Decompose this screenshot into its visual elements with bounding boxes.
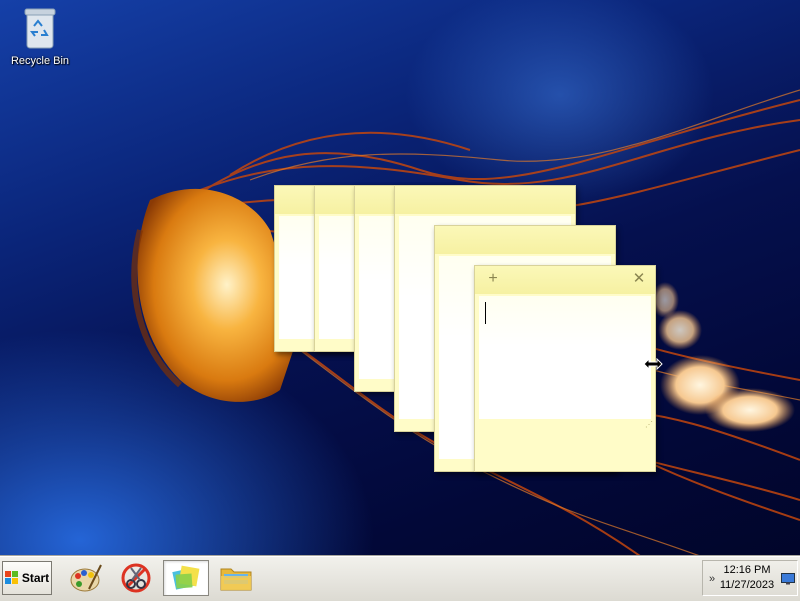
recycle-bin[interactable]: Recycle Bin [8, 6, 72, 67]
sticky-note-active[interactable]: + ✕ ⋰ [474, 265, 656, 472]
resize-grip-icon[interactable]: ⋰ [645, 421, 653, 429]
note-header[interactable]: + ✕ [475, 266, 655, 294]
clock-time: 12:16 PM [723, 564, 771, 576]
note-text-area[interactable] [479, 296, 651, 419]
clock-date: 11/27/2023 [719, 579, 775, 591]
horizontal-resize-cursor-icon [643, 358, 663, 370]
taskbar-file-explorer[interactable] [213, 560, 259, 596]
clock[interactable]: 12:16 PM 11/27/2023 [717, 563, 777, 593]
start-button[interactable]: Start [2, 561, 52, 595]
taskbar: Start » 12:16 PM 11/27/2023 [0, 556, 800, 601]
recycle-bin-icon [24, 8, 56, 49]
paint-palette-icon [70, 564, 102, 592]
folder-icon [220, 568, 252, 591]
show-hidden-icons-button[interactable]: » [707, 573, 717, 585]
taskbar-sticky-notes[interactable] [163, 560, 209, 596]
desktop: Recycle Bin ⋰ ⋰ ⋰ ⋰ ⋰ + ✕ ⋰ [0, 0, 800, 556]
scissors-icon [121, 563, 151, 593]
note-header[interactable] [435, 226, 615, 254]
sticky-notes-icon [172, 565, 200, 590]
windows-logo-icon [4, 571, 18, 584]
recycle-bin-label: Recycle Bin [10, 55, 70, 67]
taskbar-snipping-tool[interactable] [113, 560, 159, 596]
taskbar-paint[interactable] [63, 560, 109, 596]
system-tray: » 12:16 PM 11/27/2023 [702, 560, 798, 596]
note-header[interactable] [395, 186, 575, 214]
text-caret [485, 302, 486, 324]
new-note-button[interactable]: + [485, 271, 501, 287]
close-note-button[interactable]: ✕ [631, 271, 647, 287]
start-label: Start [21, 571, 50, 585]
network-monitor-icon[interactable] [781, 573, 795, 585]
